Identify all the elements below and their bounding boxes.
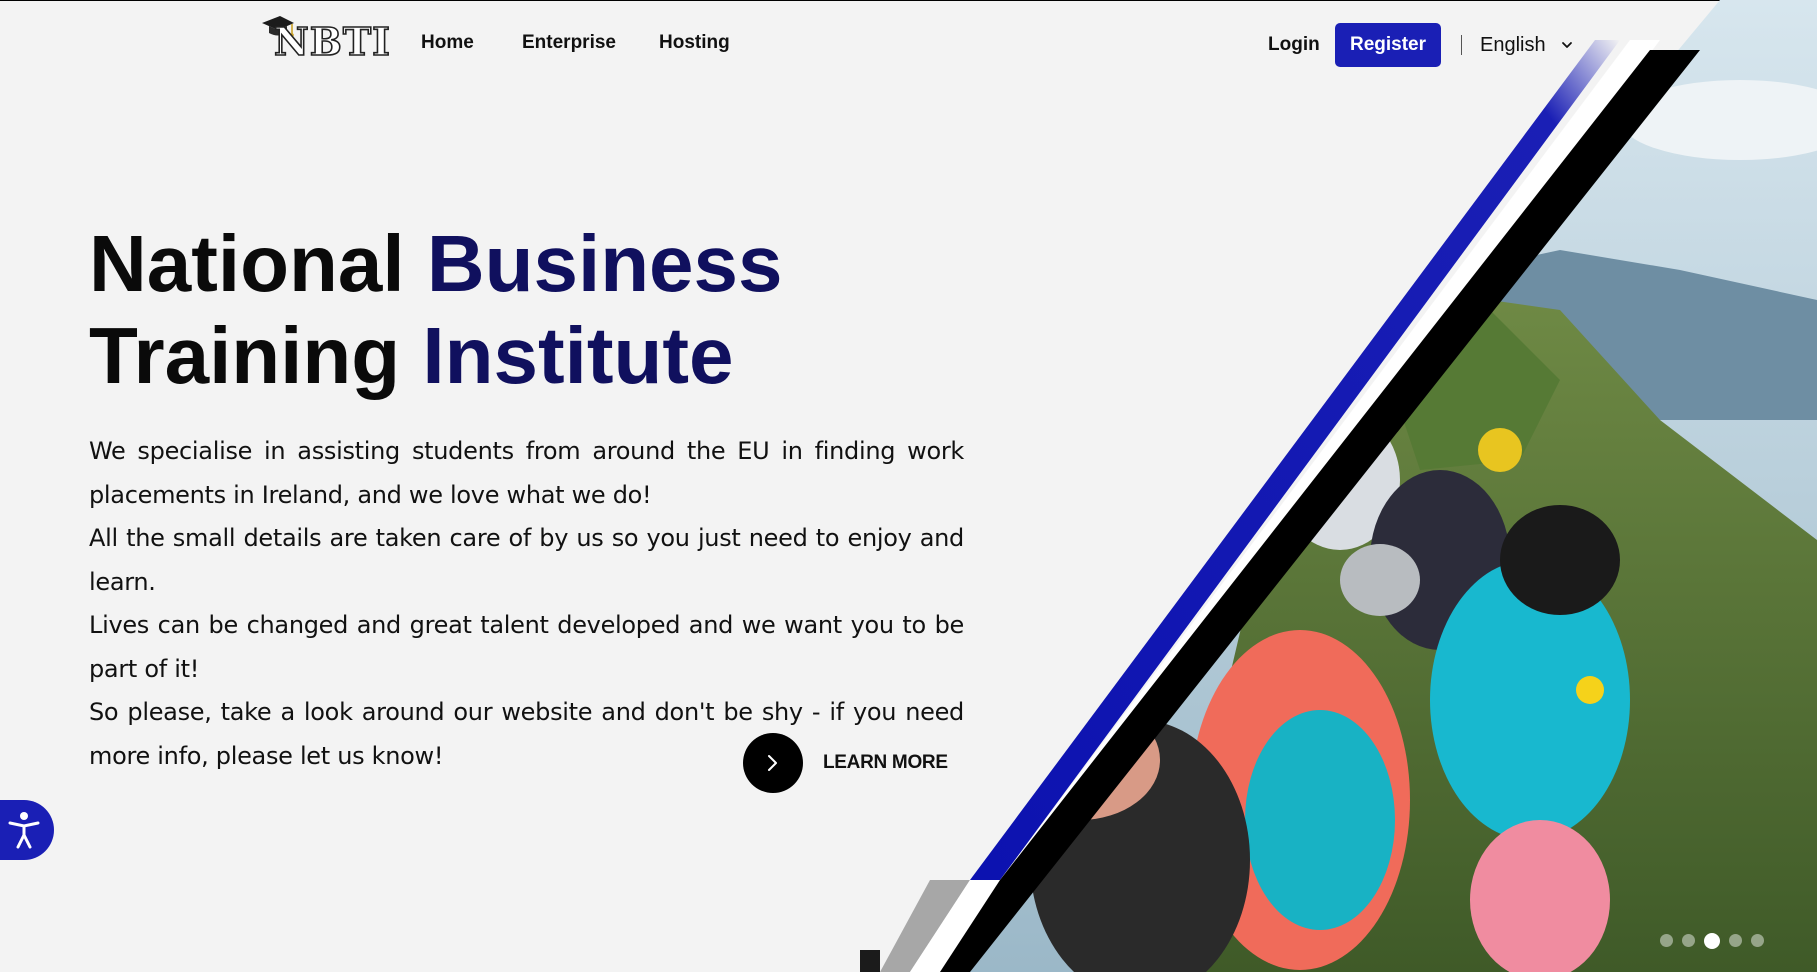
logo-text: NBTI — [273, 19, 391, 65]
carousel-dot[interactable] — [1682, 934, 1695, 947]
chevron-right-icon — [768, 755, 777, 771]
accessibility-icon — [8, 812, 40, 849]
title-word-national: National — [89, 219, 405, 308]
nav-home[interactable]: Home — [421, 32, 474, 54]
carousel-dot[interactable] — [1729, 934, 1742, 947]
page-title: National Business Training Institute — [89, 218, 849, 402]
learn-more-circle[interactable] — [743, 733, 803, 793]
hero-paragraph: We specialise in assisting students from… — [89, 437, 964, 509]
hero-description: We specialise in assisting students from… — [89, 430, 964, 778]
title-word-training: Training — [89, 311, 401, 400]
title-word-institute: Institute — [422, 311, 734, 400]
hero-paragraph: Lives can be changed and great talent de… — [89, 611, 964, 683]
nav-enterprise[interactable]: Enterprise — [522, 32, 616, 54]
carousel-dot[interactable] — [1751, 934, 1764, 947]
accessibility-button[interactable] — [0, 800, 54, 860]
nav-hosting[interactable]: Hosting — [659, 32, 730, 54]
title-word-business: Business — [426, 219, 783, 308]
logo[interactable]: NBTI — [260, 14, 391, 64]
carousel-dots — [1660, 932, 1764, 949]
hero-paragraph: All the small details are taken care of … — [89, 524, 964, 596]
hero-image — [860, 0, 1817, 972]
carousel-dot-active[interactable] — [1704, 932, 1720, 949]
carousel-dot[interactable] — [1660, 934, 1673, 947]
